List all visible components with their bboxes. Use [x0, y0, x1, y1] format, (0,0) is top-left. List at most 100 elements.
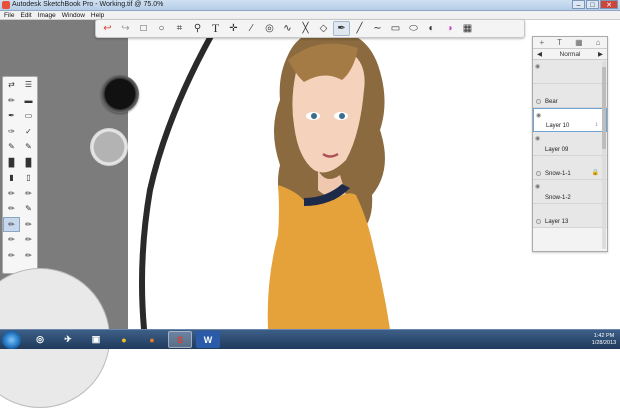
maximize-button[interactable]: □ [586, 0, 599, 9]
color-wheel-icon[interactable]: ◑ [441, 21, 458, 36]
add-text-layer-icon[interactable]: T [557, 38, 562, 47]
symmetry-icon[interactable]: ╳ [297, 21, 314, 36]
blur-brush-icon[interactable]: ✏ [20, 186, 37, 201]
menu-window[interactable]: Window [62, 11, 85, 19]
visibility-icon[interactable]: ◉ [535, 183, 540, 190]
tapered-brush-icon[interactable]: ✏ [3, 248, 20, 263]
visibility-icon[interactable]: ◉ [535, 63, 540, 70]
sketchbook-task-icon[interactable]: S [168, 331, 192, 348]
smudge-brush-icon[interactable]: ✏ [3, 186, 20, 201]
selected-brush-icon[interactable]: ✏ [3, 216, 20, 232]
app-icon [2, 1, 10, 9]
brush-palette-icon[interactable]: ◐ [423, 21, 440, 36]
word-icon[interactable]: W [196, 331, 220, 348]
pen-icon[interactable]: ✒ [333, 21, 350, 36]
calligraphy-brush-icon[interactable]: ✏ [20, 217, 37, 232]
text-icon[interactable]: T [207, 21, 224, 36]
layer-row[interactable]: ◉ Layer 09 [533, 132, 607, 156]
visibility-toggle-icon[interactable] [536, 219, 541, 224]
palette-menu-icon[interactable]: ☰ [20, 77, 37, 92]
menu-edit[interactable]: Edit [20, 11, 31, 19]
firefox-icon[interactable]: ● [140, 331, 164, 348]
rectangle-icon[interactable]: ▭ [387, 21, 404, 36]
menu-help[interactable]: Help [91, 11, 104, 19]
zoom-icon[interactable]: ⚲ [189, 21, 206, 36]
add-layer-icon[interactable]: + [540, 38, 545, 47]
felt-brush-icon[interactable]: ✓ [20, 124, 37, 139]
layers-icon[interactable]: ▦ [459, 21, 476, 36]
eraser-hard-icon[interactable]: ▮ [3, 170, 20, 185]
lasso-select-icon[interactable]: ○ [153, 21, 170, 36]
minimize-button[interactable]: – [572, 0, 585, 9]
chisel-brush-icon[interactable]: ▭ [20, 108, 37, 123]
menu-file[interactable]: File [4, 11, 14, 19]
clock[interactable]: 1:42 PM 1/28/2013 [590, 333, 618, 347]
title-bar: Autodesk SketchBook Pro - Working.tif @ … [0, 0, 620, 11]
chrome-icon[interactable]: ● [112, 331, 136, 348]
layer-row[interactable]: ◉ [533, 60, 607, 84]
add-image-layer-icon[interactable]: ▦ [575, 38, 583, 47]
rectangle-select-icon[interactable]: □ [135, 21, 152, 36]
french-curve-icon[interactable]: ∿ [279, 21, 296, 36]
taskbar-app-3[interactable]: ▣ [84, 331, 108, 348]
taskbar-app-2[interactable]: ✈ [56, 331, 80, 348]
undo-icon[interactable]: ↩ [99, 21, 116, 36]
brush-size-puck[interactable] [101, 75, 139, 113]
layer-scrollbar[interactable] [602, 61, 606, 249]
visibility-icon[interactable]: ◉ [535, 135, 540, 142]
taskbar-app-1[interactable]: ◎ [28, 331, 52, 348]
menu-image[interactable]: Image [38, 11, 56, 19]
crop-icon[interactable]: ⌗ [171, 21, 188, 36]
distort-icon[interactable]: ◇ [315, 21, 332, 36]
layer-row[interactable]: Snow-1-1 🔒 [533, 156, 607, 180]
blend-next-icon[interactable]: ▶ [598, 50, 603, 58]
pen-brush-icon[interactable]: ✒ [3, 108, 20, 123]
brush-palette: ⇄ ☰ ✏ ▬ ✒ ▭ ✑ ✓ ✎ ✎ █ █ ▮ ▯ ✏ ✏ ✏ ✎ ✏ ✏ ✏ ✏ ✏ ✏ [2, 76, 38, 274]
curve-icon[interactable]: ∼ [369, 21, 386, 36]
layer-name: Snow-1-2 [545, 195, 571, 201]
stamp-brush-icon[interactable]: ✏ [3, 232, 20, 247]
blend-mode-selector[interactable]: ◀ Normal ▶ [533, 49, 607, 60]
spray-brush-icon[interactable]: ✏ [20, 232, 37, 247]
pencil-brush-icon[interactable]: ✏ [3, 93, 20, 108]
lock-icon[interactable]: 🔒 [592, 169, 599, 176]
blend-prev-icon[interactable]: ◀ [537, 50, 542, 58]
system-tray: 1:42 PM 1/28/2013 [584, 332, 618, 348]
main-toolbar: ↩ ↪ □ ○ ⌗ ⚲ T ✛ ∕ ◎ ∿ ╳ ◇ ✒ ╱ ∼ ▭ ⬭ ◐ ◑ … [95, 19, 525, 38]
layer-row-selected[interactable]: ◉ Layer 10 ↕ [533, 108, 607, 132]
airbrush-icon[interactable]: ✎ [20, 139, 37, 154]
blend-mode-value: Normal [559, 50, 581, 58]
close-button[interactable]: ✕ [600, 0, 618, 9]
visibility-toggle-icon[interactable] [536, 99, 541, 104]
scroll-thumb[interactable] [602, 67, 606, 149]
wide-brush-icon[interactable]: █ [20, 155, 37, 170]
detail-brush-icon[interactable]: ✏ [3, 201, 20, 216]
ellipse-icon[interactable]: ◎ [261, 21, 278, 36]
layer-row[interactable]: Bear [533, 84, 607, 108]
paint-brush-icon[interactable]: ✎ [3, 139, 20, 154]
marker-brush-icon[interactable]: ▬ [20, 93, 37, 108]
ellipse-shape-icon[interactable]: ⬭ [405, 21, 422, 36]
eraser-soft-icon[interactable]: ▯ [20, 170, 37, 185]
round-brush-icon[interactable]: ✏ [20, 248, 37, 263]
texture-brush-icon[interactable]: ✎ [20, 201, 37, 216]
delete-layer-icon[interactable]: ⌂ [596, 38, 601, 47]
window-controls: – □ ✕ [571, 0, 618, 10]
layer-row[interactable]: ◉ Snow-1-2 [533, 180, 607, 204]
visibility-icon[interactable]: ◉ [536, 112, 541, 119]
layer-name: Layer 13 [545, 219, 569, 225]
start-button[interactable] [2, 331, 21, 349]
fill-brush-icon[interactable]: █ [3, 155, 20, 170]
layer-name: Layer 10 [546, 123, 570, 129]
brush-opacity-puck[interactable] [90, 128, 128, 166]
palette-settings-icon[interactable]: ⇄ [3, 77, 20, 92]
ruler-icon[interactable]: ∕ [243, 21, 260, 36]
line-icon[interactable]: ╱ [351, 21, 368, 36]
layer-name: Layer 09 [545, 147, 569, 153]
redo-icon[interactable]: ↪ [117, 21, 134, 36]
layer-row[interactable]: Layer 13 [533, 204, 607, 228]
move-icon[interactable]: ✛ [225, 21, 242, 36]
layer-options-icon[interactable]: ↕ [595, 122, 598, 128]
ink-brush-icon[interactable]: ✑ [3, 124, 20, 139]
visibility-toggle-icon[interactable] [536, 171, 541, 176]
